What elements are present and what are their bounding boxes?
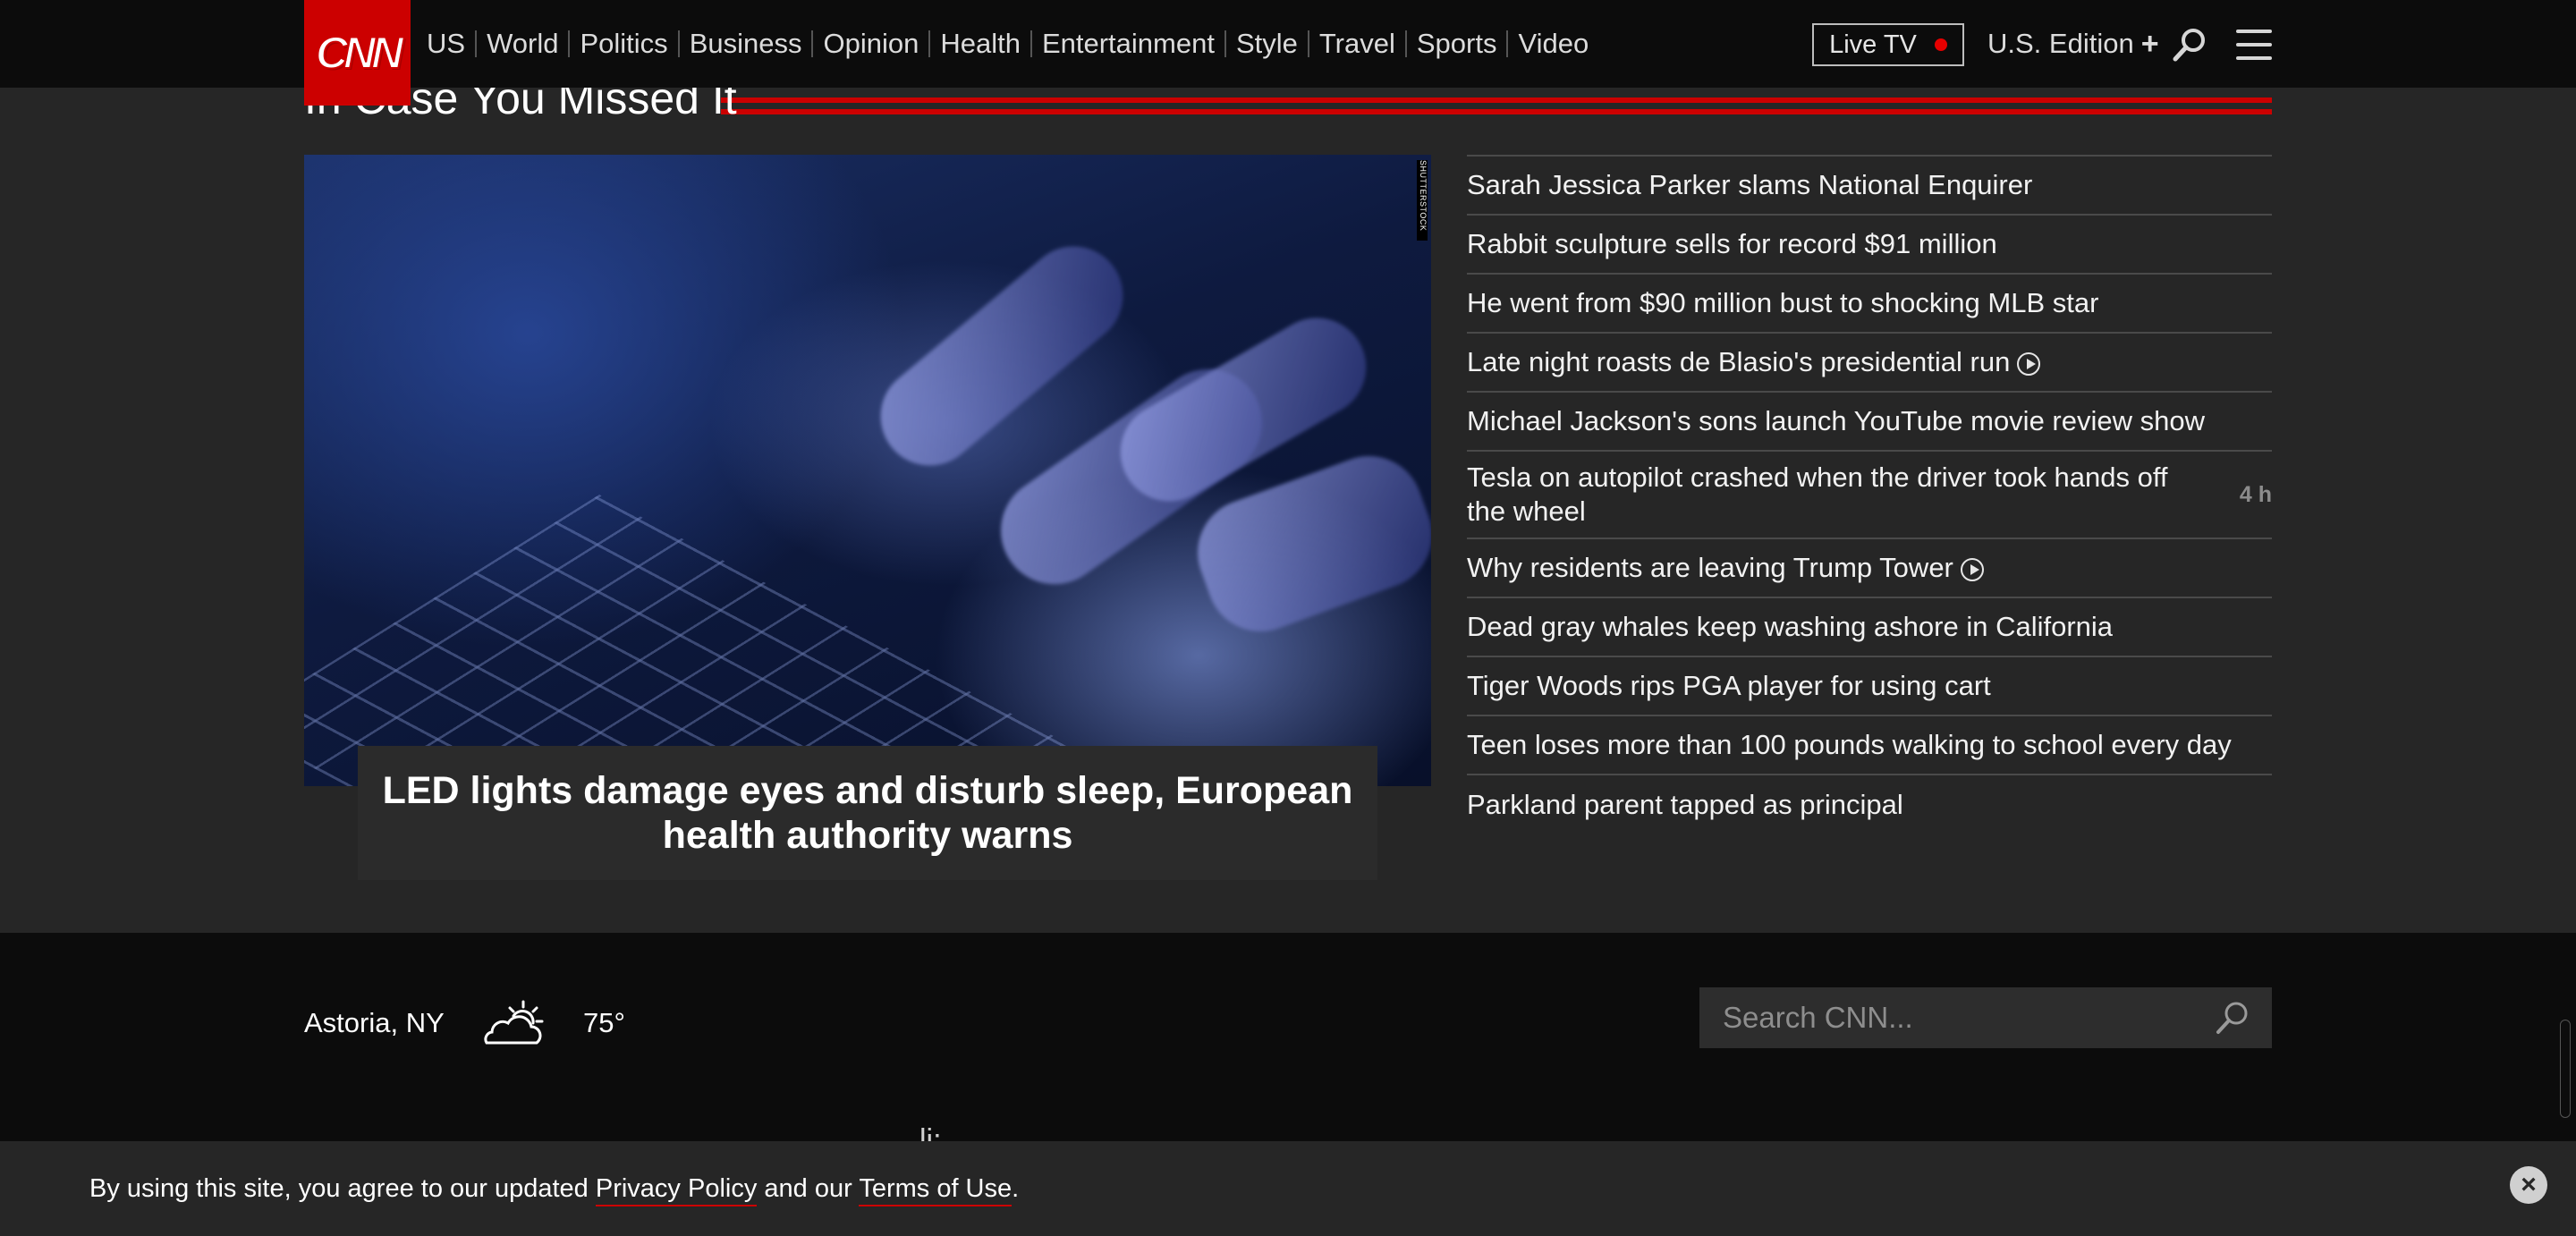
- headline-list: Sarah Jessica Parker slams National Enqu…: [1467, 155, 2272, 834]
- nav-divider: [1030, 30, 1032, 57]
- nav-item-video[interactable]: Video: [1518, 28, 1589, 60]
- search-icon[interactable]: [2172, 27, 2207, 63]
- list-item[interactable]: Tesla on autopilot crashed when the driv…: [1467, 452, 2272, 539]
- nav-divider: [1307, 30, 1309, 57]
- cookie-message: By using this site, you agree to our upd…: [89, 1173, 1020, 1206]
- nav-item-opinion[interactable]: Opinion: [823, 28, 919, 60]
- search-input[interactable]: [1721, 1000, 2215, 1036]
- headline-link[interactable]: Dead gray whales keep washing ashore in …: [1467, 610, 2113, 644]
- edition-selector[interactable]: U.S. Edition +: [1987, 0, 2159, 88]
- live-tv-label: Live TV: [1829, 30, 1917, 59]
- list-item[interactable]: Sarah Jessica Parker slams National Enqu…: [1467, 157, 2272, 216]
- headline-link[interactable]: Teen loses more than 100 pounds walking …: [1467, 728, 2232, 762]
- nav-item-politics[interactable]: Politics: [580, 28, 667, 60]
- nav-divider: [475, 30, 478, 57]
- nav-item-health[interactable]: Health: [940, 28, 1021, 60]
- hamburger-menu-icon[interactable]: [2236, 30, 2272, 60]
- list-item[interactable]: Late night roasts de Blasio's presidenti…: [1467, 334, 2272, 393]
- cookie-consent-bar: By using this site, you agree to our upd…: [0, 1141, 2576, 1236]
- cnn-logo-text: CNN: [315, 27, 404, 79]
- nav-divider: [677, 30, 680, 57]
- cookie-text-suffix: .: [1012, 1173, 1020, 1203]
- nav-divider: [1506, 30, 1509, 57]
- timestamp: 4 h: [2239, 482, 2272, 507]
- nav-item-sports[interactable]: Sports: [1417, 28, 1497, 60]
- headline-link[interactable]: Late night roasts de Blasio's presidenti…: [1467, 345, 2041, 379]
- cookie-text-prefix: By using this site, you agree to our upd…: [89, 1173, 596, 1203]
- main-nav: US World Politics Business Opinion Healt…: [427, 0, 1589, 88]
- footer-search-box: [1699, 987, 2272, 1048]
- list-item[interactable]: Why residents are leaving Trump Tower: [1467, 539, 2272, 598]
- nav-divider: [1404, 30, 1407, 57]
- nav-item-us[interactable]: US: [427, 28, 465, 60]
- list-item[interactable]: Michael Jackson's sons launch YouTube mo…: [1467, 393, 2272, 452]
- play-video-icon: [2017, 351, 2041, 376]
- list-item[interactable]: Tiger Woods rips PGA player for using ca…: [1467, 657, 2272, 716]
- nav-item-style[interactable]: Style: [1236, 28, 1298, 60]
- headline-link[interactable]: Rabbit sculpture sells for record $91 mi…: [1467, 227, 1997, 261]
- plus-icon: +: [2140, 26, 2159, 61]
- list-item[interactable]: Teen loses more than 100 pounds walking …: [1467, 716, 2272, 775]
- headline-link[interactable]: Michael Jackson's sons launch YouTube mo…: [1467, 404, 2205, 438]
- cnn-logo[interactable]: CNN: [304, 0, 411, 106]
- close-icon[interactable]: ×: [2510, 1166, 2547, 1204]
- headline-link[interactable]: Sarah Jessica Parker slams National Enqu…: [1467, 168, 2032, 202]
- live-indicator-icon: [1934, 38, 1947, 51]
- nav-item-world[interactable]: World: [487, 28, 558, 60]
- nav-divider: [568, 30, 571, 57]
- nav-divider: [811, 30, 814, 57]
- nav-item-business[interactable]: Business: [690, 28, 802, 60]
- hero-image[interactable]: SHUTTERSTOCK: [304, 155, 1431, 786]
- search-icon[interactable]: [2215, 1000, 2250, 1036]
- scrollbar[interactable]: [2560, 1020, 2571, 1118]
- weather-temperature: 75°: [583, 1007, 625, 1038]
- headline-link[interactable]: Why residents are leaving Trump Tower: [1467, 551, 1984, 585]
- nav-divider: [928, 30, 931, 57]
- top-navigation-bar: CNN US World Politics Business Opinion H…: [0, 0, 2576, 106]
- weather-location[interactable]: Astoria, NY: [304, 1007, 445, 1039]
- headline-text: Late night roasts de Blasio's presidenti…: [1467, 346, 2011, 377]
- photo-credit: SHUTTERSTOCK: [1417, 160, 1428, 241]
- list-item[interactable]: Parkland parent tapped as principal: [1467, 775, 2272, 834]
- list-item[interactable]: Dead gray whales keep washing ashore in …: [1467, 598, 2272, 657]
- headline-link[interactable]: Tiger Woods rips PGA player for using ca…: [1467, 669, 1991, 703]
- nav-divider: [1224, 30, 1226, 57]
- partly-cloudy-icon: [484, 1000, 544, 1045]
- list-item[interactable]: He went from $90 million bust to shockin…: [1467, 275, 2272, 334]
- edition-label: U.S. Edition: [1987, 28, 2134, 59]
- privacy-policy-link[interactable]: Privacy Policy: [595, 1173, 758, 1206]
- headline-link[interactable]: Tesla on autopilot crashed when the driv…: [1467, 461, 2213, 529]
- play-video-icon: [1960, 557, 1984, 581]
- nav-item-entertainment[interactable]: Entertainment: [1042, 28, 1215, 60]
- terms-of-use-link[interactable]: Terms of Use: [859, 1173, 1013, 1206]
- nav-item-travel[interactable]: Travel: [1319, 28, 1395, 60]
- headline-link[interactable]: He went from $90 million bust to shockin…: [1467, 286, 2098, 320]
- list-item[interactable]: Rabbit sculpture sells for record $91 mi…: [1467, 216, 2272, 275]
- cookie-text-middle: and our: [757, 1173, 860, 1203]
- section-title-rule: [721, 97, 2272, 114]
- hero-headline[interactable]: LED lights damage eyes and disturb sleep…: [358, 746, 1377, 880]
- live-tv-button[interactable]: Live TV: [1812, 23, 1964, 66]
- headline-text: Why residents are leaving Trump Tower: [1467, 552, 1953, 583]
- headline-link[interactable]: Parkland parent tapped as principal: [1467, 788, 1903, 822]
